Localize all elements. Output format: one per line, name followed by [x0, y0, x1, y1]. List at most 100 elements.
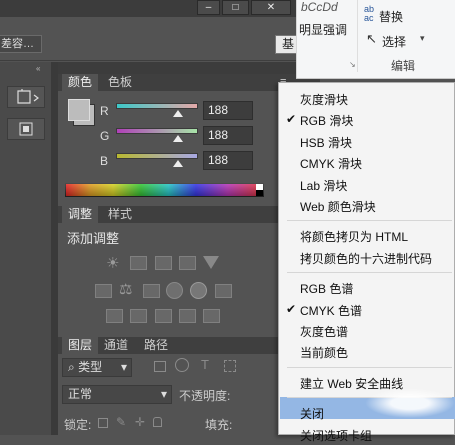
g-value-input[interactable]: 188 — [203, 126, 253, 145]
posterize-icon[interactable] — [130, 309, 147, 323]
menu-item-label: Lab 滑块 — [300, 178, 348, 193]
menu-item[interactable]: HSB 滑块 — [279, 131, 454, 152]
menu-item[interactable]: 拷贝颜色的十六进制代码 — [279, 247, 454, 268]
black-white-icon[interactable] — [143, 284, 160, 298]
chevron-down-icon: ▾ — [120, 360, 127, 374]
g-slider-thumb[interactable] — [173, 135, 183, 142]
r-slider-thumb[interactable] — [173, 110, 183, 117]
replace-icon[interactable]: ab ac — [364, 5, 374, 23]
menu-item-label: Web 颜色滑块 — [300, 200, 376, 214]
b-slider-track[interactable] — [116, 153, 198, 159]
dialog-launcher-icon[interactable]: ↘ — [349, 60, 356, 69]
menu-item-label: RGB 色谱 — [300, 282, 354, 297]
color-balance-icon[interactable]: ⚖ — [119, 280, 132, 298]
tab-color[interactable]: 颜色 — [62, 74, 99, 91]
slider-label-b: B — [100, 154, 109, 168]
history-icon[interactable] — [7, 86, 45, 108]
menu-item-label: 关闭 — [300, 407, 325, 422]
tab-styles[interactable]: 样式 — [102, 206, 138, 223]
adjustment-filter-icon[interactable] — [175, 358, 189, 372]
layer-filter-select[interactable]: ⌕ 类型 ▾ — [62, 358, 132, 377]
editing-group-label: 编辑 — [391, 59, 416, 73]
filter-kind-label: 类型 — [78, 360, 103, 374]
levels-icon[interactable] — [130, 256, 147, 270]
shape-filter-icon[interactable] — [224, 360, 236, 372]
blend-mode-value: 正常 — [68, 387, 93, 401]
vibrance-icon[interactable] — [203, 256, 219, 269]
style-preview-text: bCcDd — [301, 0, 338, 14]
chevron-down-icon: ▾ — [420, 33, 425, 43]
menu-separator — [287, 272, 452, 274]
foreground-swatch[interactable] — [68, 99, 90, 121]
slider-label-g: G — [100, 129, 110, 143]
menu-item-label: CMYK 色谱 — [300, 303, 363, 318]
selective-color-icon[interactable] — [203, 309, 220, 323]
lock-all-icon[interactable] — [153, 417, 162, 427]
tab-channels[interactable]: 通道 — [98, 337, 134, 354]
hue-saturation-icon[interactable] — [95, 284, 112, 298]
tab-paths[interactable]: 路径 — [138, 337, 174, 354]
menu-item[interactable]: 关闭选项卡组 — [279, 424, 454, 445]
collapse-left-icon[interactable]: « — [36, 64, 40, 73]
pixel-filter-icon[interactable] — [154, 361, 166, 372]
menu-item[interactable]: Lab 滑块 — [279, 174, 454, 195]
menu-item[interactable]: 灰度滑块 — [279, 88, 454, 109]
menu-item[interactable]: RGB 色谱 — [279, 277, 454, 298]
lock-position-icon[interactable]: ✛ — [135, 415, 145, 429]
type-filter-icon[interactable]: T — [201, 357, 209, 372]
photo-filter-icon[interactable] — [166, 282, 183, 299]
properties-icon[interactable] — [7, 118, 45, 140]
checkmark-icon: ✔ — [286, 112, 297, 127]
black-swatch[interactable] — [256, 190, 263, 196]
lock-pixels-icon[interactable] — [98, 418, 108, 428]
restore-icon[interactable]: □ — [222, 0, 249, 15]
select-button[interactable]: 选择 — [382, 33, 406, 50]
invert-icon[interactable] — [106, 309, 123, 323]
menu-item-label: 灰度色谱 — [300, 325, 349, 339]
menu-item[interactable]: ✔ RGB 滑块 — [279, 109, 454, 130]
b-value-input[interactable]: 188 — [203, 151, 253, 170]
minimize-icon[interactable]: – — [197, 0, 220, 15]
tab-adjustments[interactable]: 调整 — [62, 206, 99, 223]
word-ribbon: bCcDd 明显强调 ab ac 替换 ↖ 选择 ▾ 编辑 ↘ — [296, 0, 455, 78]
color-panel-flyout-menu: 灰度滑块 ✔ RGB 滑块 HSB 滑块 CMYK 滑块 Lab 滑块 Web 颜色滑块将颜… — [278, 82, 455, 443]
curves-icon[interactable] — [155, 256, 172, 270]
menu-item-label: 关闭选项卡组 — [300, 428, 373, 443]
color-lookup-icon[interactable] — [215, 284, 232, 298]
close-icon[interactable]: ✕ — [251, 0, 291, 15]
lock-brush-icon[interactable]: ✎ — [116, 415, 126, 429]
options-bar — [0, 17, 300, 61]
g-slider-track[interactable] — [116, 128, 198, 134]
blend-mode-select[interactable]: 正常 ▾ — [62, 385, 172, 404]
brightness-icon[interactable]: ☀ — [106, 254, 119, 272]
r-value-input[interactable]: 188 — [203, 101, 253, 120]
gradient-map-icon[interactable] — [179, 309, 196, 323]
menu-item-label: 拷贝颜色的十六进制代码 — [300, 251, 433, 266]
replace-button[interactable]: 替换 — [379, 8, 403, 25]
menu-item-label: 将颜色拷贝为 HTML — [300, 230, 409, 245]
channel-mixer-icon[interactable] — [190, 282, 207, 299]
style-name-intense-emphasis[interactable]: 明显强调 — [299, 21, 347, 38]
tab-swatches[interactable]: 色板 — [102, 74, 138, 91]
menu-separator — [287, 220, 452, 222]
b-slider-thumb[interactable] — [173, 160, 183, 167]
r-slider-track[interactable] — [116, 103, 198, 109]
menu-item[interactable]: CMYK 滑块 — [279, 152, 454, 173]
exposure-icon[interactable] — [179, 256, 196, 270]
checkmark-icon: ✔ — [286, 301, 297, 316]
tab-layers[interactable]: 图层 — [62, 337, 99, 354]
select-cursor-icon[interactable]: ↖ — [366, 31, 377, 47]
panel-dock-strip: » — [58, 62, 320, 74]
menu-item-label: 当前颜色 — [300, 346, 349, 361]
threshold-icon[interactable] — [155, 309, 172, 323]
menu-item[interactable]: 将颜色拷贝为 HTML — [279, 225, 454, 246]
lock-label: 锁定: — [64, 418, 92, 432]
menu-item[interactable]: 当前颜色 — [279, 341, 454, 362]
tolerance-button[interactable]: 差容… — [0, 35, 42, 53]
opacity-label: 不透明度: — [179, 389, 231, 403]
menu-item-label: HSB 滑块 — [300, 135, 353, 150]
menu-item[interactable]: Web 颜色滑块 — [279, 195, 454, 216]
menu-item-label: 灰度滑块 — [300, 93, 349, 107]
menu-item[interactable]: 灰度色谱 — [279, 320, 454, 341]
menu-item[interactable]: ✔ CMYK 色谱 — [279, 299, 454, 320]
